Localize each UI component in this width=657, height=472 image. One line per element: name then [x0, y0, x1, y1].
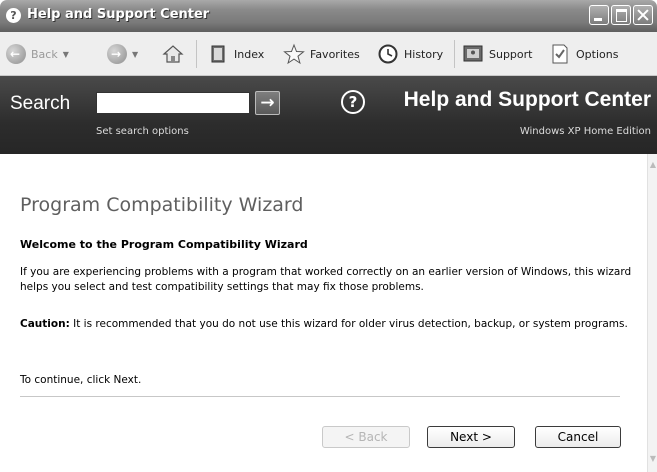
search-header: Search → Set search options ? Help and S… [0, 76, 657, 154]
forward-arrow-icon: → [107, 44, 127, 64]
scroll-up-icon[interactable]: ▲ [648, 160, 657, 170]
help-support-window: ? Help and Support Center ← Back ▼ → ▼ I… [0, 0, 657, 472]
options-label: Options [576, 47, 619, 61]
set-search-options-link[interactable]: Set search options [96, 126, 189, 137]
support-icon [462, 43, 484, 65]
caution-text: Caution: It is recommended that you do n… [20, 317, 640, 332]
divider [20, 396, 620, 397]
window-title: Help and Support Center [27, 7, 210, 22]
help-question-icon: ? [6, 8, 21, 23]
options-check-icon [549, 43, 571, 65]
search-input[interactable] [96, 92, 250, 114]
support-button[interactable]: Support [462, 42, 532, 66]
app-title: Help and Support Center [403, 88, 651, 111]
page-title: Program Compatibility Wizard [20, 194, 304, 216]
toolbar-separator [454, 40, 455, 68]
title-bar[interactable]: ? Help and Support Center [0, 0, 657, 32]
forward-dropdown-icon[interactable]: ▼ [132, 50, 138, 59]
history-clock-icon [377, 43, 399, 65]
content-pane: Program Compatibility Wizard Welcome to … [0, 154, 647, 472]
cancel-button[interactable]: Cancel [535, 426, 621, 448]
intro-text: If you are experiencing problems with a … [20, 266, 632, 293]
support-label: Support [489, 47, 533, 61]
back-wizard-button[interactable]: < Back [322, 426, 410, 448]
next-button[interactable]: Next > [427, 426, 515, 448]
minimize-button[interactable] [589, 5, 609, 25]
home-button[interactable] [162, 42, 184, 66]
favorites-button[interactable]: Favorites [283, 42, 360, 66]
toolbar-separator [196, 40, 197, 68]
edition-label: Windows XP Home Edition [519, 126, 651, 137]
scroll-down-icon[interactable]: ▼ [648, 454, 657, 464]
favorites-label: Favorites [310, 47, 360, 61]
options-button[interactable]: Options [549, 42, 618, 66]
home-icon [162, 43, 184, 65]
back-dropdown-icon[interactable]: ▼ [63, 50, 69, 59]
index-book-icon [207, 43, 229, 65]
welcome-heading: Welcome to the Program Compatibility Wiz… [20, 238, 308, 251]
history-button[interactable]: History [377, 42, 443, 66]
close-button[interactable] [633, 5, 653, 25]
maximize-button[interactable] [611, 5, 631, 25]
index-button[interactable]: Index [207, 42, 264, 66]
search-go-button[interactable]: → [255, 91, 280, 115]
forward-button[interactable]: → ▼ [107, 42, 138, 66]
caution-label: Caution: [20, 318, 70, 330]
back-label: Back [31, 47, 58, 61]
back-button[interactable]: ← Back ▼ [6, 42, 69, 66]
toolbar: ← Back ▼ → ▼ Index Favorites History Sup… [0, 32, 657, 76]
caution-body: It is recommended that you do not use th… [69, 318, 628, 330]
help-question-icon: ? [341, 90, 365, 114]
history-label: History [404, 47, 444, 61]
back-arrow-icon: ← [6, 44, 26, 64]
search-label: Search [10, 93, 71, 114]
continue-text: To continue, click Next. [20, 374, 142, 386]
star-icon [283, 43, 305, 65]
vertical-scrollbar[interactable]: ▲ ▼ [647, 154, 657, 472]
index-label: Index [234, 47, 265, 61]
